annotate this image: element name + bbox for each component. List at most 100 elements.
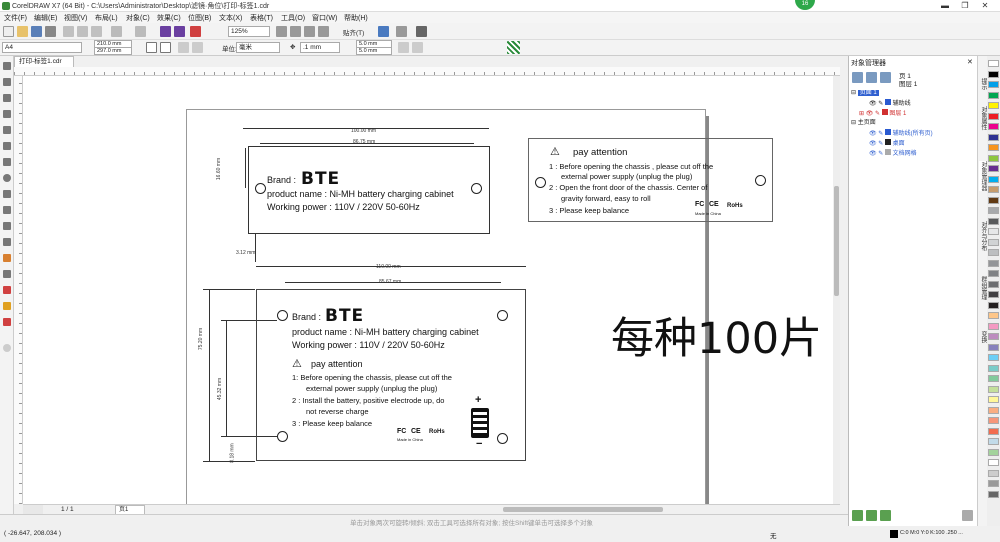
interactive-fill-icon[interactable] (3, 302, 11, 310)
palette-swatch[interactable] (988, 154, 999, 162)
palette-swatch[interactable] (988, 144, 999, 151)
import-icon[interactable] (160, 26, 171, 37)
palette-swatch[interactable] (988, 343, 999, 351)
drawing-canvas[interactable]: 100.00 mm 86.75 mm 16.60 mm Brand : BTE … (23, 76, 840, 504)
notification-badge[interactable]: 16 (795, 0, 815, 10)
palette-swatch[interactable] (988, 102, 999, 109)
minimize-button[interactable]: ▬ (935, 0, 955, 12)
layer-view-icon[interactable] (880, 72, 891, 83)
palette-swatch[interactable] (988, 133, 999, 141)
transparency-tool-icon[interactable] (3, 270, 11, 278)
guidelines-icon[interactable] (318, 26, 329, 37)
grid-icon[interactable] (304, 26, 315, 37)
menu-layout[interactable]: 布局(L) (95, 13, 118, 23)
undo-icon[interactable] (111, 26, 122, 37)
page-height-field[interactable]: 297.0 mm (94, 47, 132, 55)
smart-fill-icon[interactable] (3, 318, 11, 326)
palette-swatch[interactable] (988, 249, 999, 256)
palette-swatch[interactable] (988, 259, 999, 267)
nudge-distance-field[interactable]: .1 mm (300, 42, 340, 53)
palette-swatch[interactable] (988, 301, 999, 309)
polygon-tool-icon[interactable] (3, 190, 11, 198)
layer-manager-icon[interactable] (866, 72, 877, 83)
duplicate-y-field[interactable]: 5.0 mm (356, 47, 392, 55)
menu-text[interactable]: 文本(X) (219, 13, 242, 23)
ellipse-tool-icon[interactable] (3, 174, 11, 182)
palette-swatch[interactable] (988, 112, 999, 120)
palette-swatch[interactable] (988, 375, 999, 382)
menu-table[interactable]: 表格(T) (250, 13, 273, 23)
current-page-icon[interactable] (192, 42, 203, 53)
rulers-icon[interactable] (290, 26, 301, 37)
text-tool-icon[interactable] (3, 206, 11, 214)
palette-swatch[interactable] (988, 385, 999, 393)
palette-swatch[interactable] (988, 406, 999, 414)
menu-bitmaps[interactable]: 位图(B) (188, 13, 211, 23)
palette-swatch[interactable] (988, 186, 999, 193)
palette-swatch[interactable] (988, 417, 999, 424)
parallel-dimension-icon[interactable] (3, 222, 11, 230)
palette-swatch[interactable] (988, 469, 999, 477)
tree-row-guides-all[interactable]: 👁 ✎ 辅助线(所有页) (869, 129, 933, 138)
redo-icon[interactable] (135, 26, 146, 37)
units-icon[interactable] (398, 42, 409, 53)
palette-swatch[interactable] (988, 196, 999, 204)
launcher-icon[interactable] (416, 26, 427, 37)
palette-swatch[interactable] (988, 364, 999, 372)
pick-tool-icon[interactable] (3, 62, 11, 70)
open-icon[interactable] (17, 26, 28, 37)
full-screen-icon[interactable] (276, 26, 287, 37)
artistic-media-icon[interactable] (3, 142, 11, 150)
palette-swatch[interactable] (988, 480, 999, 487)
zoom-tool-icon[interactable] (3, 110, 11, 118)
palette-swatch[interactable] (988, 291, 999, 298)
menu-tools[interactable]: 工具(O) (281, 13, 305, 23)
tree-row-layer[interactable]: ⊞ 👁 ✎ 图层 1 (859, 109, 906, 118)
new-master-all-icon[interactable] (880, 510, 891, 521)
palette-swatch[interactable] (988, 333, 999, 340)
menu-effects[interactable]: 效果(C) (157, 13, 181, 23)
palette-swatch[interactable] (988, 427, 999, 435)
palette-swatch[interactable] (988, 312, 999, 319)
layer-properties-icon[interactable] (852, 72, 863, 83)
menu-file[interactable]: 文件(F) (4, 13, 27, 23)
paste-icon[interactable] (91, 26, 102, 37)
new-master-layer-icon[interactable] (866, 510, 877, 521)
menu-window[interactable]: 窗口(W) (312, 13, 337, 23)
quantity-note[interactable]: 每种100片 (611, 304, 822, 366)
rectangle-tool-icon[interactable] (3, 158, 11, 166)
menu-object[interactable]: 对象(C) (126, 13, 150, 23)
copy-icon[interactable] (77, 26, 88, 37)
palette-swatch[interactable] (988, 228, 999, 235)
palette-swatch[interactable] (988, 238, 999, 246)
welcome-icon[interactable] (378, 26, 389, 37)
tree-row-grid[interactable]: 👁 ✎ 文档网格 (869, 149, 917, 158)
tree-row-guides[interactable]: 👁 ✎ 辅助线 (869, 99, 911, 108)
palette-swatch[interactable] (988, 123, 999, 130)
maximize-button[interactable]: ❐ (955, 0, 975, 12)
horizontal-scroll-thumb[interactable] (503, 507, 663, 512)
palette-swatch[interactable] (988, 448, 999, 456)
palette-swatch[interactable] (988, 438, 999, 445)
eyedropper-icon[interactable] (3, 286, 11, 294)
qr-code-icon[interactable] (507, 41, 520, 54)
all-pages-icon[interactable] (178, 42, 189, 53)
menu-help[interactable]: 帮助(H) (344, 13, 368, 23)
new-icon[interactable] (3, 26, 14, 37)
palette-swatch[interactable] (988, 60, 999, 67)
tree-row-master[interactable]: ⊟ 主页面 (851, 119, 876, 128)
tree-row-desktop[interactable]: 👁 ✎ 桌面 (869, 139, 905, 148)
palette-swatch[interactable] (988, 354, 999, 361)
zoom-level-select[interactable]: 125% (228, 26, 270, 37)
page-size-select[interactable]: A4 (2, 42, 82, 53)
options-icon[interactable] (396, 26, 407, 37)
menu-view[interactable]: 视图(V) (64, 13, 87, 23)
new-layer-icon[interactable] (852, 510, 863, 521)
label-1-outline[interactable]: Brand : BTE product name : Ni-MH battery… (248, 146, 490, 234)
palette-swatch[interactable] (988, 217, 999, 225)
label-3-outline[interactable]: Brand : BTE product name : Ni-MH battery… (256, 289, 526, 461)
close-button[interactable]: ✕ (975, 0, 995, 12)
palette-swatch[interactable] (988, 81, 999, 88)
publish-pdf-icon[interactable] (190, 26, 201, 37)
delete-layer-icon[interactable] (962, 510, 973, 521)
